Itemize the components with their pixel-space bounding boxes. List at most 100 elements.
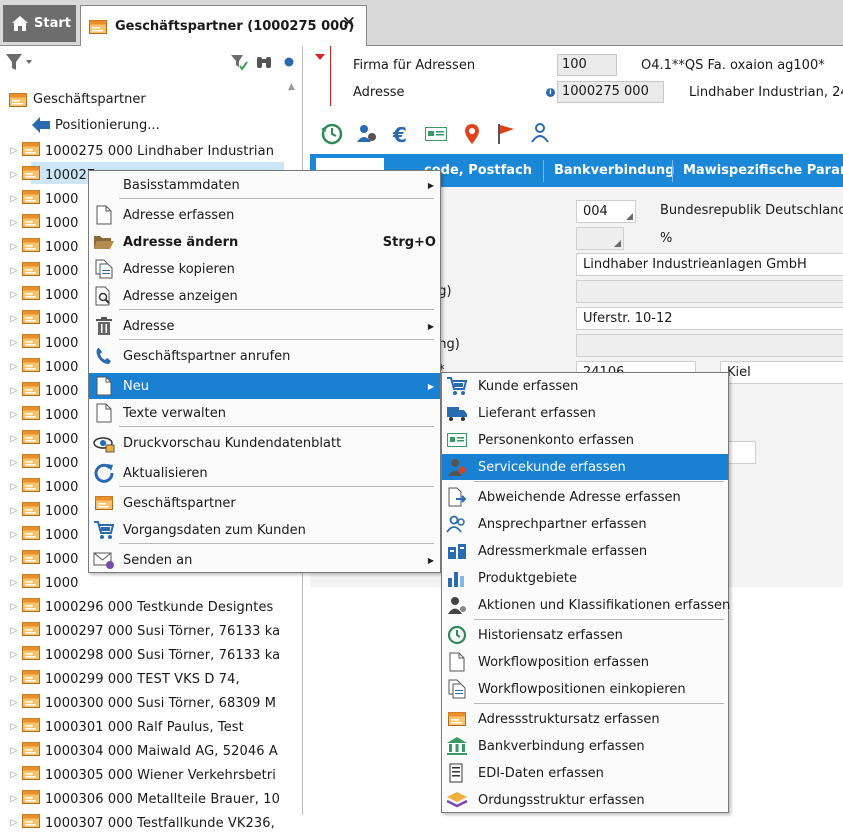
expand-icon[interactable]: ▷ [0,314,22,324]
context-menu-item[interactable]: Adresse ändern Strg+O [89,229,440,255]
tree-row[interactable]: ▷ 1000306 000 Metallteile Brauer, 10 [0,787,303,811]
tab-business-partner[interactable]: Geschäftspartner (1000275 000) ✕ [80,5,367,47]
tree-row[interactable]: ▷ 1000300 000 Susi Törner, 68309 M [0,691,303,715]
submenu-item[interactable]: Personenkonto erfassen [442,427,728,453]
tree-row[interactable]: ▷ 1000 [0,571,303,595]
binoculars-icon[interactable] [255,53,273,71]
tree-root[interactable]: Geschäftspartner [9,92,146,107]
expand-icon[interactable]: ▷ [0,458,22,468]
context-menu-item[interactable]: Adresse anzeigen [89,283,440,309]
context-menu-item[interactable]: Adresse kopieren [89,256,440,282]
tab-mawi[interactable]: Mawispezifische Parame [683,154,843,187]
expand-icon[interactable]: ▷ [0,242,22,252]
context-menu-item[interactable]: Texte verwalten [89,400,440,426]
submenu-item[interactable]: Historiensatz erfassen [442,622,728,648]
expand-icon[interactable]: ▷ [0,554,22,564]
tree-row-label: 1000 [45,455,79,471]
expand-icon[interactable]: ▷ [0,218,22,228]
expand-icon[interactable]: ▷ [0,338,22,348]
percent-field[interactable] [576,227,624,250]
context-menu-item[interactable]: Aktualisieren [89,460,440,486]
submenu-item[interactable]: Adressmerkmale erfassen [442,538,728,564]
context-menu-item[interactable]: Adresse erfassen [89,202,440,228]
submenu-item[interactable]: Servicekunde erfassen [442,454,728,480]
expand-icon[interactable]: ▷ [0,482,22,492]
context-menu-item[interactable]: Vorgangsdaten zum Kunden [89,517,440,543]
expand-icon[interactable]: ▷ [0,146,22,156]
expand-icon[interactable]: ▷ [0,386,22,396]
expand-icon[interactable]: ▷ [0,794,22,804]
expand-icon[interactable]: ▷ [0,266,22,276]
positioning-item[interactable]: Positionierung... [31,116,160,134]
submenu-item[interactable]: Adressstruktursatz erfassen [442,706,728,732]
context-menu-item[interactable]: Geschäftspartner anrufen [89,343,440,369]
tree-row[interactable]: ▷ 1000296 000 Testkunde Designtes [0,595,303,619]
street-field[interactable]: Uferstr. 10-12 [576,307,843,330]
expand-icon[interactable]: ▷ [0,410,22,420]
context-menu-item[interactable]: Senden an ▶ [89,547,440,573]
context-menu-item[interactable]: Adresse ▶ [89,313,440,339]
submenu-item[interactable]: Workflowposition erfassen [442,649,728,675]
tab-start[interactable]: Start [3,5,76,42]
country-code-field[interactable]: 004 [576,200,636,223]
contacts-icon[interactable] [528,122,552,146]
filter-icon[interactable] [5,52,35,72]
history-icon[interactable] [320,122,344,146]
city-field[interactable]: Kiel [720,361,843,384]
filter-check-icon[interactable] [230,53,248,71]
tree-row[interactable]: ▷ 1000301 000 Ralf Paulus, Test [0,715,303,739]
expand-icon[interactable]: ▷ [0,602,22,612]
street2-field[interactable] [576,334,843,357]
submenu-item[interactable]: Lieferant erfassen [442,400,728,426]
expand-icon[interactable]: ▷ [0,770,22,780]
person-gear-icon[interactable] [355,122,379,146]
context-menu-item[interactable]: Basisstammdaten ▶ [89,172,440,198]
collapse-arrow-icon[interactable] [315,54,325,60]
address-attributes-icon [446,540,468,562]
expand-icon[interactable]: ▷ [0,578,22,588]
submenu-item[interactable]: Ordungsstruktur erfassen [442,787,728,813]
expand-icon[interactable]: ▷ [0,194,22,204]
tree-row[interactable]: ▷ 1000299 000 TEST VKS D 74, [0,667,303,691]
context-menu-item[interactable]: Druckvorschau Kundendatenblatt [89,430,440,456]
location-pin-icon[interactable] [460,122,484,146]
context-menu-item[interactable]: Neu ▶ [89,373,440,399]
info-icon[interactable]: i [546,88,555,97]
expand-icon[interactable]: ▷ [0,626,22,636]
tree-row[interactable]: ▷ 1000304 000 Maiwald AG, 52046 A [0,739,303,763]
expand-icon[interactable]: ▷ [0,434,22,444]
expand-icon[interactable]: ▷ [0,650,22,660]
flag-icon[interactable] [494,122,518,146]
name-field[interactable]: Lindhaber Industrieanlagen GmbH [576,253,843,276]
submenu-item[interactable]: Produktgebiete [442,565,728,591]
expand-icon[interactable]: ▷ [0,818,22,828]
scroll-up-icon[interactable]: ▲ [288,82,295,92]
tree-row[interactable]: ▷ 1000297 000 Susi Törner, 76133 ka [0,619,303,643]
tree-row[interactable]: ▷ 1000275 000 Lindhaber Industrian [0,139,303,163]
expand-icon[interactable]: ▷ [0,362,22,372]
expand-icon[interactable]: ▷ [0,698,22,708]
expand-icon[interactable]: ▷ [0,722,22,732]
account-card-icon[interactable] [424,122,448,146]
expand-icon[interactable]: ▷ [0,506,22,516]
submenu-item[interactable]: Bankverbindung erfassen [442,733,728,759]
submenu-item[interactable]: Workflowpositionen einkopieren [442,676,728,702]
tree-row[interactable]: ▷ 1000305 000 Wiener Verkehrsbetri [0,763,303,787]
expand-icon[interactable]: ▷ [0,530,22,540]
expand-icon[interactable]: ▷ [0,290,22,300]
tree-row[interactable]: ▷ 1000298 000 Susi Törner, 76133 ka [0,643,303,667]
submenu-item[interactable]: Abweichende Adresse erfassen [442,484,728,510]
submenu-item[interactable]: Aktionen und Klassifikationen erfassen [442,592,730,618]
tab-bank[interactable]: Bankverbindung [554,154,674,187]
submenu-item[interactable]: Kunde erfassen [442,373,728,399]
expand-icon[interactable]: ▷ [0,746,22,756]
submenu-item-label: EDI-Daten erfassen [478,765,604,781]
submenu-item[interactable]: EDI-Daten erfassen [442,760,728,786]
name2-field[interactable] [576,280,843,303]
euro-icon[interactable]: € [390,122,414,146]
close-icon[interactable]: ✕ [342,15,356,32]
expand-icon[interactable]: ▷ [0,674,22,684]
submenu-item[interactable]: Ansprechpartner erfassen [442,511,728,537]
expand-icon[interactable]: ▷ [0,170,22,180]
context-menu-item[interactable]: Geschäftspartner [89,490,440,516]
